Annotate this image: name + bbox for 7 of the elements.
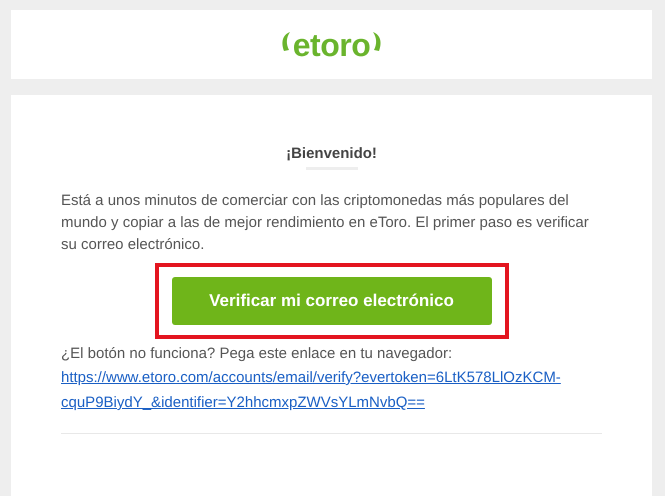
heading: ¡Bienvenido! [285,145,378,162]
verify-link[interactable]: https://www.etoro.com/accounts/email/verify?evertoken=6LtK578LlOzKCM-cquP9BiydY_&identifier=Y2hhcmxpZWVsYLmNvbQ== [61,365,602,415]
horn-icon [371,30,384,52]
fallback-text: ¿El botón no funciona? Pega este enlace en tu navegador: [61,344,454,364]
body-text: Está a unos minutos de comerciar con las criptomonedas más populares del mundo y copiar a las de mejor rendimiento en eToro. El primer paso es verificar su correo electrónico. [61,191,590,255]
logo: etoro [292,28,370,60]
horn-icon [280,30,292,52]
